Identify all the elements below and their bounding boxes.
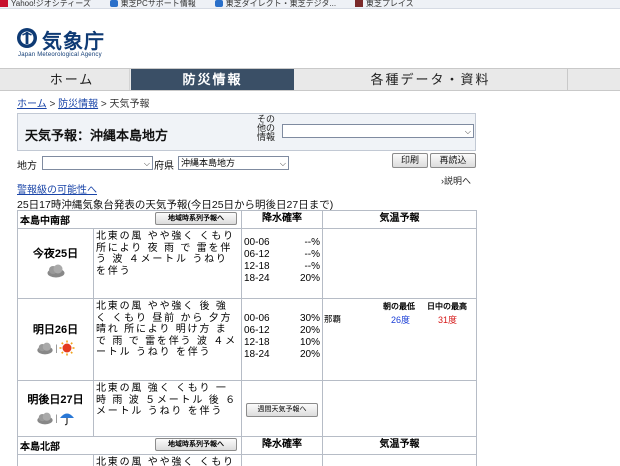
cloud-icon [37, 342, 53, 354]
umbrella-icon [59, 413, 74, 426]
rain-prob-header: 降水確率 [241, 436, 323, 455]
temp-forecast-header: 気温予報 [322, 210, 477, 229]
temp-cell-empty [322, 454, 477, 466]
day-cell [17, 454, 94, 466]
table-row: 明後日27日 | 北東の風 強く くもり 一時 雨 波 ５メートル 後 ６メート… [17, 380, 477, 437]
breadcrumb-sep: > [100, 99, 107, 110]
timeseries-button[interactable]: 地域時系列予報へ [155, 438, 237, 451]
table-row: 北東の風 やや強く くもり [17, 454, 477, 466]
breadcrumb: ホーム > 防災情報 > 天気予報 [17, 95, 150, 110]
temp-max-value: 31度 [438, 315, 458, 325]
breadcrumb-sep: > [49, 99, 56, 110]
forecast-table: 本島中南部 地域時系列予報へ 降水確率 気温予報 今夜25日 北東の風 やや強く… [17, 210, 477, 466]
toshiba-place-icon [354, 0, 363, 7]
warning-possibility-link[interactable]: 警報級の可能性へ [17, 181, 97, 196]
rain-row: 06-12 --% [244, 249, 320, 260]
site-brand-english: Japan Meteorological Agency [18, 52, 102, 58]
rain-row: 06-12 20% [244, 325, 320, 336]
chihou-select[interactable]: ⌵ [42, 156, 153, 170]
other-info-select[interactable]: ⌵ [282, 124, 474, 138]
yahoo-icon [0, 0, 8, 7]
nav-home[interactable]: ホーム [15, 69, 130, 90]
rain-row: 00-06 30% [244, 313, 320, 324]
chevron-down-icon: ⌵ [143, 159, 150, 168]
area-name: 本島中南部 [20, 216, 70, 227]
reload-button[interactable]: 再読込 [430, 153, 476, 168]
title-box: 天気予報：沖縄本島地方 その他の情報 ⌵ [17, 113, 476, 151]
rain-row: 00-06 --% [244, 237, 320, 248]
explain-link[interactable]: ›説明へ [441, 174, 471, 187]
print-button[interactable]: 印刷 [392, 153, 428, 168]
temp-cell-empty [322, 380, 477, 437]
day-label: 明後日27日 [27, 394, 84, 406]
weather-icons: | [18, 340, 93, 356]
temp-forecast-header: 気温予報 [322, 436, 477, 455]
temp-max-header: 日中の最高 [427, 302, 467, 311]
day-label: 明日26日 [32, 324, 79, 336]
area-header-row: 本島北部 地域時系列予報へ 降水確率 気温予報 [17, 436, 477, 455]
divider: | [55, 413, 58, 423]
favorite-toshiba-direct[interactable]: 東芝ダイレクト・東芝デジタ... [214, 0, 336, 8]
weather-icons [18, 264, 93, 278]
fuken-select[interactable]: 沖縄本島地方 ⌵ [178, 156, 289, 170]
weekly-cell: 週間天気予報へ [241, 380, 323, 437]
station-name: 那覇 [324, 314, 342, 324]
chevron-down-icon: ⌵ [279, 159, 286, 168]
ie-page-icon [109, 0, 118, 7]
timeseries-button[interactable]: 地域時系列予報へ [155, 212, 237, 225]
chihou-label: 地方 [17, 161, 37, 172]
rain-row: 18-24 20% [244, 273, 320, 284]
favorite-toshiba-support[interactable]: 東芝PCサポート情報 [109, 0, 196, 8]
area-name: 本島北部 [20, 442, 60, 453]
weather-icons: | [18, 410, 93, 426]
cloud-icon [47, 264, 64, 278]
chevron-down-icon: ⌵ [464, 127, 471, 136]
rain-row: 12-18 --% [244, 261, 320, 272]
breadcrumb-bousai[interactable]: 防災情報 [58, 99, 98, 110]
area-header: 本島北部 地域時系列予報へ [17, 436, 242, 455]
favorites-bar: Yahoo!ジオシティーズ 東芝PCサポート情報 東芝ダイレクト・東芝デジタ..… [0, 0, 620, 9]
favorite-geocities[interactable]: Yahoo!ジオシティーズ [0, 0, 91, 8]
weekly-forecast-button[interactable]: 週間天気予報へ [246, 403, 318, 417]
jma-logo-icon[interactable] [16, 27, 38, 49]
area-header-row: 本島中南部 地域時系列予報へ 降水確率 気温予報 [17, 210, 477, 229]
day-cell: 明日26日 | [17, 298, 94, 381]
ie-page-icon [214, 0, 223, 7]
day-label: 今夜25日 [32, 248, 79, 260]
breadcrumb-home[interactable]: ホーム [17, 99, 47, 110]
weather-text: 北東の風 やや強く 後 強く くもり 昼前 から 夕方 晴れ 所により 明け方 … [93, 298, 242, 381]
temp-min-header: 朝の最低 [383, 302, 415, 311]
site-brand[interactable]: 気象庁 [42, 25, 105, 54]
rain-prob-cell [241, 454, 323, 466]
weather-text: 北東の風 やや強く くもり [93, 454, 242, 466]
area-header: 本島中南部 地域時系列予報へ [17, 210, 242, 229]
table-row: 明日26日 | 北東の風 やや強く 後 強く くもり 昼前 から 夕方 晴れ 所… [17, 298, 477, 381]
rain-row: 18-24 20% [244, 349, 320, 360]
nav-disaster-info[interactable]: 防災情報 [131, 69, 294, 90]
table-row: 今夜25日 北東の風 やや強く くもり 所により 夜 雨 で 雷を伴う 波 ４メ… [17, 228, 477, 299]
weather-text: 北東の風 やや強く くもり 所により 夜 雨 で 雷を伴う 波 ４メートル うね… [93, 228, 242, 299]
fuken-label: 府県 [154, 161, 174, 172]
day-cell: 明後日27日 | [17, 380, 94, 437]
rain-prob-cell: 00-06 --% 06-12 --% 12-18 --% 18-24 20% [241, 228, 323, 299]
nav-data-materials[interactable]: 各種データ・資料 [294, 69, 568, 90]
temp-min-value: 26度 [391, 315, 411, 325]
cloud-icon [37, 412, 53, 424]
rain-prob-cell: 00-06 30% 06-12 20% 12-18 10% 18-24 20% [241, 298, 323, 381]
temp-cell-empty [322, 228, 477, 299]
divider: | [55, 343, 58, 353]
rain-prob-header: 降水確率 [241, 210, 323, 229]
temp-cell: 朝の最低 日中の最高 那覇 26度 31度 [322, 298, 477, 381]
rain-row: 12-18 10% [244, 337, 320, 348]
favorite-toshiba-place[interactable]: 東芝プレイス [354, 0, 414, 8]
page-title: 天気予報：沖縄本島地方 [25, 128, 169, 143]
breadcrumb-current: 天気予報 [109, 99, 150, 110]
other-info-label: その他の情報 [257, 114, 276, 142]
weather-text: 北東の風 強く くもり 一時 雨 波 ５メートル 後 ６メートル うねり を伴う [93, 380, 242, 437]
day-cell: 今夜25日 [17, 228, 94, 299]
sun-icon [59, 340, 75, 356]
global-nav: ホーム 防災情報 各種データ・資料 [0, 68, 620, 91]
